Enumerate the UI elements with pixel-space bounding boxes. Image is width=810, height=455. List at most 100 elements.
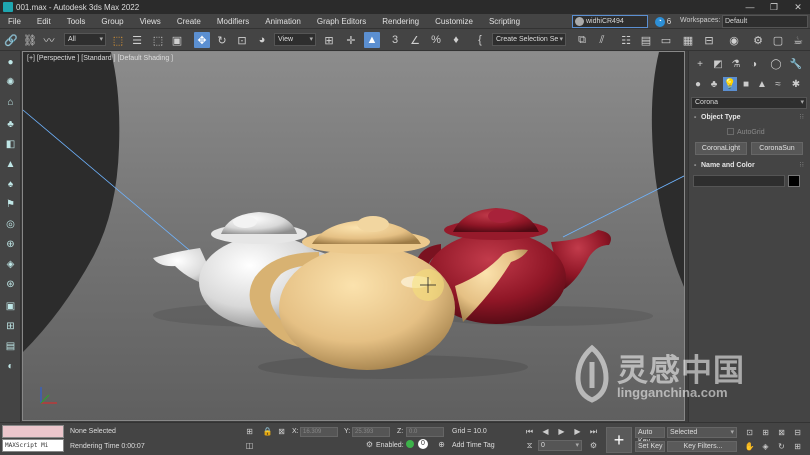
utilities-tab-icon[interactable]: 🔧: [789, 57, 803, 71]
hierarchy-tab-icon[interactable]: ⚗: [729, 57, 743, 71]
corona-interactive-icon[interactable]: ⊛: [3, 277, 18, 292]
maximize-button[interactable]: ❐: [762, 0, 786, 14]
corona-material-icon[interactable]: ⊕: [3, 237, 18, 252]
corona-converter-icon[interactable]: ◈: [3, 257, 18, 272]
menu-scripting[interactable]: Scripting: [481, 17, 528, 26]
zoom-region-icon[interactable]: ⊟: [792, 427, 803, 438]
mirror-icon[interactable]: ⧉: [574, 32, 590, 48]
render-setup-icon[interactable]: ⚙: [750, 32, 766, 48]
y-coordinate-field[interactable]: 25.393: [352, 427, 390, 437]
select-and-rotate-icon[interactable]: ↻: [214, 32, 230, 48]
corona-vfb-icon[interactable]: ▣: [3, 299, 18, 314]
go-to-start-icon[interactable]: ⏮: [524, 426, 535, 437]
select-and-move-icon[interactable]: ✥: [194, 32, 210, 48]
user-signin[interactable]: widhiCR494: [572, 15, 648, 28]
zoom-extents-icon[interactable]: ⊡: [744, 427, 755, 438]
scene-explorer-icon[interactable]: ☷: [618, 32, 634, 48]
cameras-icon[interactable]: ■: [739, 77, 753, 91]
auto-key-button[interactable]: Auto Key: [635, 427, 665, 445]
link-icon[interactable]: 🔗: [3, 32, 19, 48]
current-frame-spinner[interactable]: 0: [538, 440, 582, 451]
keyboard-shortcut-override-icon[interactable]: ▲: [364, 32, 380, 48]
menu-views[interactable]: Views: [132, 17, 169, 26]
menu-tools[interactable]: Tools: [59, 17, 94, 26]
go-to-end-icon[interactable]: ⏭: [588, 426, 599, 437]
select-by-name-icon[interactable]: ☰: [129, 32, 145, 48]
render-production-icon[interactable]: ☕: [790, 32, 806, 48]
motion-tab-icon[interactable]: ◑: [747, 57, 761, 71]
light-category-dropdown[interactable]: Corona: [691, 97, 807, 109]
walk-through-icon[interactable]: ◈: [760, 441, 771, 452]
material-editor-icon[interactable]: ◉: [726, 32, 742, 48]
rectangular-selection-icon[interactable]: ⬚: [150, 32, 166, 48]
geometry-icon[interactable]: ●: [691, 77, 705, 91]
corona-sun-button[interactable]: CoronaSun: [751, 142, 803, 155]
rendered-frame-window-icon[interactable]: ▢: [770, 32, 786, 48]
perspective-viewport[interactable]: [+] [Perspective ] [Standard ] [Default …: [22, 51, 685, 421]
corona-volume-icon[interactable]: ◎: [3, 217, 18, 232]
menu-customize[interactable]: Customize: [427, 17, 481, 26]
corona-light-button[interactable]: CoronaLight: [695, 142, 747, 155]
workspaces-dropdown[interactable]: Default: [722, 15, 808, 28]
viewport-label[interactable]: [+] [Perspective ] [Standard ] [Default …: [27, 55, 173, 62]
create-tab-icon[interactable]: +: [693, 57, 707, 71]
menu-create[interactable]: Create: [169, 17, 209, 26]
corona-slicer-icon[interactable]: ◧: [3, 137, 18, 152]
orbit-icon[interactable]: ↻: [776, 441, 787, 452]
edit-named-selections-icon[interactable]: {: [472, 32, 488, 48]
menu-file[interactable]: File: [0, 17, 29, 26]
scene-converter-icon[interactable]: ⚙: [364, 439, 375, 450]
time-tag-icon[interactable]: ⊕: [436, 439, 447, 450]
systems-icon[interactable]: ✱: [789, 77, 803, 91]
key-mode-icon[interactable]: ⧖: [524, 440, 535, 451]
bind-space-warp-icon[interactable]: 〰: [41, 32, 57, 48]
select-and-scale-icon[interactable]: ⊡: [234, 32, 250, 48]
maximize-viewport-icon[interactable]: ⊞: [792, 441, 803, 452]
x-coordinate-field[interactable]: 16.309: [300, 427, 338, 437]
minimize-button[interactable]: —: [738, 0, 762, 14]
schematic-view-icon[interactable]: ⊟: [701, 32, 717, 48]
selection-lock-icon[interactable]: 🔒: [262, 426, 273, 437]
previous-frame-icon[interactable]: ◀: [540, 426, 551, 437]
object-color-swatch[interactable]: [788, 175, 800, 187]
modify-tab-icon[interactable]: ◩: [711, 57, 725, 71]
key-mode-dropdown[interactable]: Selected: [667, 427, 737, 438]
align-icon[interactable]: ⫽: [594, 32, 610, 48]
key-filters-button[interactable]: Key Filters...: [667, 441, 737, 452]
curve-editor-icon[interactable]: ▦: [680, 32, 696, 48]
menu-modifiers[interactable]: Modifiers: [209, 17, 257, 26]
select-and-place-icon[interactable]: ◕: [254, 32, 270, 48]
play-icon[interactable]: ▶: [556, 426, 567, 437]
corona-fur-icon[interactable]: ⚑: [3, 197, 18, 212]
unlink-icon[interactable]: ⛓: [22, 32, 38, 48]
menu-group[interactable]: Group: [93, 17, 131, 26]
menu-animation[interactable]: Animation: [257, 17, 309, 26]
absolute-mode-icon[interactable]: ⊠: [276, 426, 287, 437]
object-type-rollout[interactable]: Object Type: [691, 112, 807, 124]
corona-scatter-icon[interactable]: ♠: [3, 177, 18, 192]
pivot-center-icon[interactable]: ⊞: [321, 32, 337, 48]
corona-toolbox-icon[interactable]: ▤: [3, 339, 18, 354]
space-warps-icon[interactable]: ≈: [771, 77, 785, 91]
set-key-plus-button[interactable]: +: [606, 427, 632, 453]
menu-rendering[interactable]: Rendering: [374, 17, 427, 26]
field-of-view-icon[interactable]: ⊠: [776, 427, 787, 438]
enabled-indicator[interactable]: [406, 440, 414, 448]
zoom-all-icon[interactable]: ⊞: [760, 427, 771, 438]
pan-view-icon[interactable]: ✋: [744, 441, 755, 452]
corona-camera-icon[interactable]: ⌂: [3, 95, 18, 110]
maxscript-listener-pink[interactable]: [2, 425, 64, 438]
shapes-icon[interactable]: ♣: [707, 77, 721, 91]
maxscript-mini-listener[interactable]: MAXScript Mi: [2, 439, 64, 452]
isolate-selection-icon[interactable]: ⊞: [244, 426, 255, 437]
notifications-button[interactable]: ◔ 6: [652, 15, 674, 28]
autogrid-box[interactable]: [727, 128, 734, 135]
angle-snap-icon[interactable]: ∠: [407, 32, 423, 48]
next-frame-icon[interactable]: ▶: [572, 426, 583, 437]
named-selection-dropdown[interactable]: Create Selection Se: [492, 33, 566, 46]
helpers-icon[interactable]: ▲: [755, 77, 769, 91]
time-config-icon[interactable]: ⚙: [588, 440, 599, 451]
close-button[interactable]: ✕: [786, 0, 810, 14]
ribbon-icon[interactable]: ▭: [658, 32, 674, 48]
corona-proxy-icon[interactable]: ♣: [3, 117, 18, 132]
